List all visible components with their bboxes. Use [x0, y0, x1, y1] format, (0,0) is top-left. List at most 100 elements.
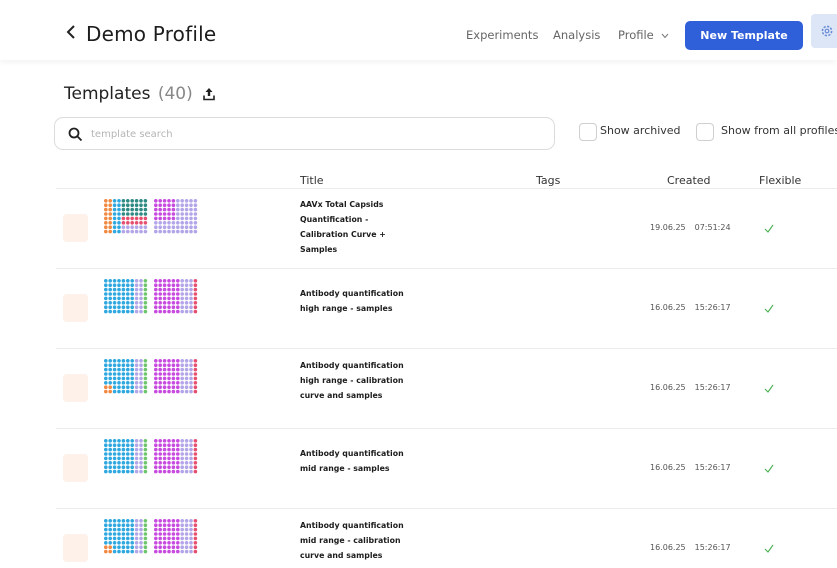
- plate-well: [171, 545, 176, 549]
- plate-well: [158, 283, 162, 287]
- plate-well: [143, 207, 148, 212]
- export-icon[interactable]: [202, 87, 216, 101]
- column-flexible[interactable]: Flexible: [759, 174, 801, 187]
- plate-well: [171, 549, 176, 554]
- plate-well: [108, 212, 112, 216]
- plate-well: [126, 469, 130, 474]
- plate-well: [104, 456, 108, 461]
- plate-well: [117, 519, 121, 523]
- show-archived-checkbox[interactable]: [579, 123, 597, 141]
- plate-well: [184, 469, 189, 474]
- plate-well: [130, 389, 134, 394]
- plate-well: [104, 287, 108, 292]
- plate-well: [176, 199, 180, 203]
- plate-well: [104, 536, 108, 541]
- plate-well: [176, 305, 180, 309]
- table-row[interactable]: Antibody quantification mid range - cali…: [56, 508, 837, 568]
- plate-well: [112, 225, 117, 229]
- plate-well: [143, 376, 148, 381]
- nav-analysis[interactable]: Analysis: [553, 28, 600, 42]
- plate-well: [121, 372, 126, 376]
- plate-well: [193, 199, 198, 203]
- plate-well: [167, 203, 171, 207]
- plate-well: [121, 199, 126, 203]
- column-tags[interactable]: Tags: [536, 174, 560, 187]
- plate-well: [134, 367, 139, 372]
- plate-well: [171, 287, 176, 292]
- nav-experiments[interactable]: Experiments: [466, 28, 538, 42]
- plate-well: [176, 443, 180, 447]
- plate-well: [193, 532, 198, 536]
- plate-well: [117, 447, 121, 452]
- column-created[interactable]: Created: [667, 174, 711, 187]
- table-row[interactable]: Antibody quantification high range - cal…: [56, 348, 837, 428]
- plate-well: [134, 541, 139, 545]
- row-thumbnail-icon[interactable]: [63, 294, 88, 322]
- plate-well: [104, 461, 108, 465]
- plate-well: [121, 439, 126, 443]
- plate-well: [121, 523, 126, 527]
- plate-well: [117, 309, 121, 314]
- nav-profile-label: Profile: [618, 28, 654, 42]
- plate-well: [117, 229, 121, 234]
- plate-well: [171, 439, 176, 443]
- plate-well: [189, 279, 193, 283]
- plate-well: [193, 439, 198, 443]
- plate-layout-preview: [104, 519, 198, 554]
- row-thumbnail-icon[interactable]: [63, 454, 88, 482]
- table-row[interactable]: AAVx Total Capsids Quantification - Cali…: [56, 188, 837, 268]
- row-thumbnail-icon[interactable]: [63, 374, 88, 402]
- plate-well: [139, 456, 143, 461]
- plate-well: [158, 443, 162, 447]
- plate-well: [112, 279, 117, 283]
- plate-well: [162, 301, 167, 305]
- plate-well: [180, 549, 184, 554]
- plate-well: [130, 385, 134, 389]
- plate-well: [121, 532, 126, 536]
- flexible-check-icon: [764, 464, 774, 473]
- plate-well: [176, 439, 180, 443]
- plate-well: [167, 287, 171, 292]
- plate-well: [184, 296, 189, 301]
- settings-button[interactable]: [811, 14, 837, 48]
- plate-well: [139, 309, 143, 314]
- plate-well: [126, 376, 130, 381]
- plate-well: [134, 527, 139, 532]
- row-thumbnail-icon[interactable]: [63, 534, 88, 562]
- show-all-profiles-checkbox[interactable]: [696, 123, 714, 141]
- plate-well: [180, 465, 184, 469]
- column-title[interactable]: Title: [300, 174, 324, 187]
- table-row[interactable]: Antibody quantification mid range - samp…: [56, 428, 837, 508]
- plate-well: [158, 199, 162, 203]
- plate-well: [162, 439, 167, 443]
- nav-profile-menu[interactable]: Profile: [618, 28, 669, 42]
- plate-well: [117, 527, 121, 532]
- back-chevron-icon[interactable]: [66, 24, 76, 40]
- plate-well: [171, 216, 176, 221]
- table-row[interactable]: Antibody quantification high range - sam…: [56, 268, 837, 348]
- plate-well: [139, 545, 143, 549]
- plate-well: [193, 527, 198, 532]
- search-input[interactable]: [91, 126, 531, 142]
- plate-well: [184, 443, 189, 447]
- plate-well: [134, 309, 139, 314]
- plate-well: [134, 296, 139, 301]
- plate-well: [112, 359, 117, 363]
- new-template-button[interactable]: New Template: [685, 21, 803, 50]
- plate-well: [167, 456, 171, 461]
- plate-well: [193, 389, 198, 394]
- plate-well: [193, 381, 198, 385]
- plate-well: [130, 452, 134, 456]
- plate-well: [139, 452, 143, 456]
- plate-well: [180, 519, 184, 523]
- plate-well: [193, 549, 198, 554]
- plate-well: [117, 532, 121, 536]
- plate-well: [130, 221, 134, 225]
- plate-well: [112, 199, 117, 203]
- plate-well: [117, 443, 121, 447]
- plate-well: [184, 536, 189, 541]
- plate-well: [112, 439, 117, 443]
- row-thumbnail-icon[interactable]: [63, 214, 88, 242]
- plate-well: [139, 519, 143, 523]
- plate-well: [139, 381, 143, 385]
